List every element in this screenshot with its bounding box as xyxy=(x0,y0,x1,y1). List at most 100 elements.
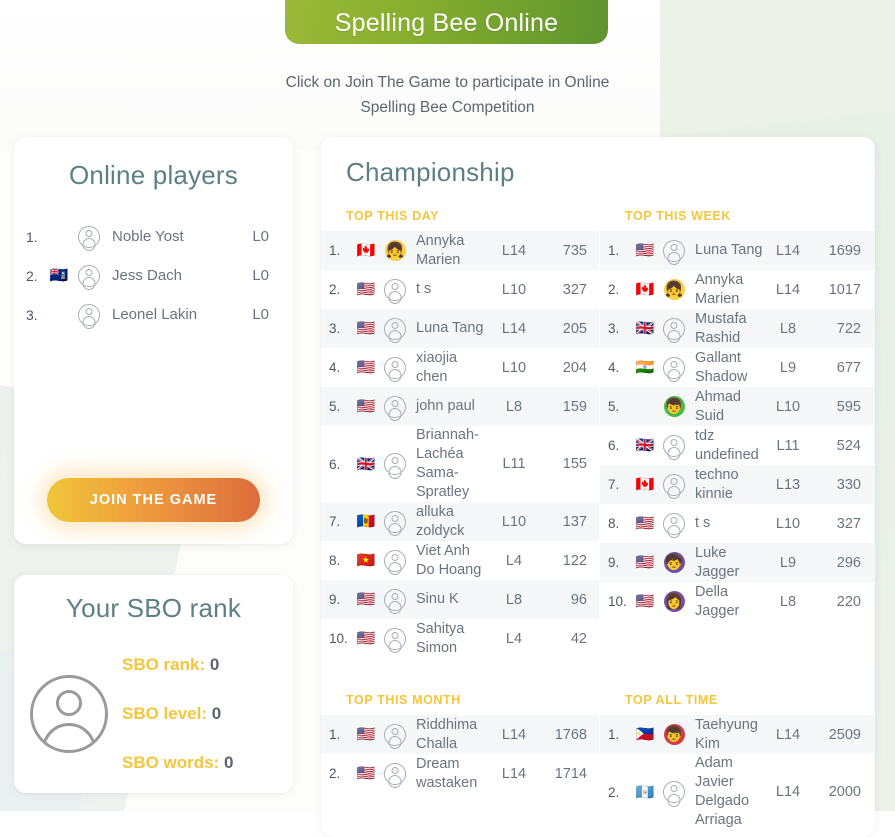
leaderboard-rank: 4. xyxy=(608,360,620,375)
leaderboard-row[interactable]: 1. 🇺🇸 Luna Tang L14 1699 xyxy=(599,231,875,270)
leaderboard-row[interactable]: 3. 🇺🇸 Luna Tang L14 205 xyxy=(321,309,599,348)
leaderboard-player-score: 595 xyxy=(836,398,861,415)
online-player-row[interactable]: 2. 🇫🇰 Jess Dach L0 xyxy=(26,256,271,295)
leaderboard-player-level: L14 xyxy=(775,726,801,743)
leaderboard-player-level: L8 xyxy=(779,593,797,610)
leaderboard-player-name: Adam Javier Delgado Arriaga xyxy=(695,755,750,828)
leaderboard-rank: 1. xyxy=(329,243,341,258)
leaderboard-player-score: 159 xyxy=(562,398,587,415)
leaderboard-rank: 2. xyxy=(608,784,620,800)
leaderboard-row[interactable]: 9. 🇺🇸 Sinu K L8 96 xyxy=(321,580,599,619)
user-avatar-icon xyxy=(384,762,406,785)
sbo-stat-row: SBO level: 0 xyxy=(122,689,275,738)
leaderboard-player-score: 1714 xyxy=(554,765,587,782)
avatar xyxy=(379,453,411,475)
user-avatar-icon xyxy=(30,674,108,753)
leaderboard-top-all-time: TOP ALL TIME 1. 🇵🇭 👦 Taehyung Kim L14 2509 2. 🇬🇹… xyxy=(599,684,875,830)
leaderboard-row[interactable]: 10. 🇺🇸 👩 Della Jagger L8 220 xyxy=(599,582,875,621)
user-avatar-icon xyxy=(384,317,406,340)
leaderboard-rank: 3. xyxy=(608,321,620,336)
leaderboard-player-score: 96 xyxy=(570,591,587,608)
leaderboard-player-score: 2509 xyxy=(828,726,861,743)
leaderboard-player-score: 330 xyxy=(836,476,861,493)
leaderboard-player-name: Luna Tang xyxy=(416,320,484,336)
leaderboard-row[interactable]: 2. 🇺🇸 t s L10 327 xyxy=(321,270,599,309)
leaderboard-heading: TOP ALL TIME xyxy=(625,693,718,707)
user-avatar-icon xyxy=(384,356,406,379)
leaderboard-rank: 2. xyxy=(329,282,341,297)
leaderboard-player-level: L10 xyxy=(501,359,527,376)
country-flag-icon: 🇺🇸 xyxy=(635,515,655,532)
leaderboard-row[interactable]: 6. 🇬🇧 tdz undefined L11 524 xyxy=(599,426,875,465)
country-flag-icon: 🇮🇳 xyxy=(635,359,655,376)
avatar: 👦 xyxy=(658,396,690,417)
sbo-stat-label: SBO rank: xyxy=(122,655,210,674)
leaderboard-row[interactable]: 1. 🇺🇸 Riddhima Challa L14 1768 xyxy=(321,715,599,754)
column-divider xyxy=(599,200,600,658)
leaderboard-rank: 10. xyxy=(608,594,627,609)
leaderboard-row[interactable]: 5. 👦 Ahmad Suid L10 595 xyxy=(599,387,875,426)
leaderboard-player-name: Briannah-Lachéa Sama-Spratley xyxy=(416,427,479,500)
country-flag-icon: 🇺🇸 xyxy=(356,398,376,415)
sbo-stat-label: SBO words: xyxy=(122,753,225,772)
leaderboard-player-name: Riddhima Challa xyxy=(416,716,478,752)
user-avatar-icon xyxy=(663,473,685,496)
user-avatar-icon: 👩 xyxy=(663,591,685,612)
leaderboard-row[interactable]: 4. 🇮🇳 Gallant Shadow L9 677 xyxy=(599,348,875,387)
leaderboard-player-name: Luna Tang xyxy=(695,242,763,258)
country-flag-icon: 🇺🇸 xyxy=(356,591,376,608)
online-player-row[interactable]: 3. Leonel Lakin L0 xyxy=(26,295,271,334)
leaderboard-player-score: 204 xyxy=(562,359,587,376)
sbo-rank-body: SBO rank: 0 SBO level: 0 SBO words: 0 xyxy=(14,640,293,787)
avatar xyxy=(379,627,411,650)
online-player-row[interactable]: 1. Noble Yost L0 xyxy=(26,217,271,256)
leaderboard-rank: 6. xyxy=(329,456,341,472)
leaderboard-row[interactable]: 2. 🇨🇦 👧 Annyka Marien L14 1017 xyxy=(599,270,875,309)
avatar xyxy=(379,278,411,301)
leaderboard-row[interactable]: 7. 🇨🇦 techno kinnie L13 330 xyxy=(599,465,875,504)
avatar: 👩 xyxy=(658,591,690,612)
leaderboard-row[interactable]: 3. 🇬🇧 Mustafa Rashid L8 722 xyxy=(599,309,875,348)
subtitle-line-2: Spelling Bee Competition xyxy=(360,99,535,116)
leaderboard-row[interactable]: 5. 🇺🇸 john paul L8 159 xyxy=(321,387,599,426)
leaderboard-row[interactable]: 9. 🇺🇸 🧒 Luke Jagger L9 296 xyxy=(599,543,875,582)
sbo-stat-value: 0 xyxy=(211,704,222,723)
leaderboard-row[interactable]: 6. 🇬🇧 Briannah-Lachéa Sama-Spratley L11 155 xyxy=(321,426,599,502)
country-flag-icon: 🇺🇸 xyxy=(635,593,655,610)
leaderboard-player-score: 327 xyxy=(562,281,587,298)
avatar: 👧 xyxy=(658,279,690,300)
leaderboard-row[interactable]: 4. 🇺🇸 xiaojia chen L10 204 xyxy=(321,348,599,387)
user-avatar-icon xyxy=(384,510,406,533)
leaderboard-rank: 7. xyxy=(608,477,620,492)
leaderboard-row[interactable]: 1. 🇵🇭 👦 Taehyung Kim L14 2509 xyxy=(599,715,875,754)
leaderboard-player-name: Annyka Marien xyxy=(695,271,744,307)
country-flag-icon: 🇨🇦 xyxy=(635,281,655,298)
leaderboard-player-level: L11 xyxy=(502,456,526,472)
leaderboard-player-name: Luke Jagger xyxy=(695,544,740,580)
user-avatar-icon xyxy=(384,627,406,650)
leaderboard-player-level: L14 xyxy=(775,281,801,298)
user-avatar-icon xyxy=(663,781,685,803)
leaderboard-row[interactable]: 1. 🇨🇦 👧 Annyka Marien L14 735 xyxy=(321,231,599,270)
leaderboard-top-this-month: TOP THIS MONTH 1. 🇺🇸 Riddhima Challa L14 1768… xyxy=(321,684,599,830)
country-flag-icon: 🇨🇦 xyxy=(635,476,655,493)
leaderboard-row[interactable]: 8. 🇺🇸 t s L10 327 xyxy=(599,504,875,543)
online-player-name: Jess Dach xyxy=(112,267,183,284)
online-player-name: Leonel Lakin xyxy=(112,306,198,323)
user-avatar-icon xyxy=(663,434,685,457)
leaderboard-row[interactable]: 2. 🇺🇸 Dream wastaken L14 1714 xyxy=(321,754,599,793)
leaderboard-player-name: Ahmad Suid xyxy=(695,388,741,424)
avatar: 🧒 xyxy=(658,552,690,573)
user-avatar-icon xyxy=(384,549,406,572)
leaderboard-row[interactable]: 2. 🇬🇹 Adam Javier Delgado Arriaga L14 2000 xyxy=(599,754,875,830)
leaderboard-row[interactable]: 7. 🇲🇩 alluka zoldyck L10 137 xyxy=(321,502,599,541)
subtitle-line-1: Click on Join The Game to participate in… xyxy=(285,74,610,91)
leaderboard-player-level: L4 xyxy=(505,630,523,647)
leaderboard-row[interactable]: 10. 🇺🇸 Sahitya Simon L4 42 xyxy=(321,619,599,658)
leaderboard-row[interactable]: 8. 🇻🇳 Viet Anh Do Hoang L4 122 xyxy=(321,541,599,580)
country-flag-icon: 🇨🇦 xyxy=(356,242,376,259)
championship-card: Championship TOP THIS DAY 1. 🇨🇦 👧 Annyka Mar… xyxy=(321,137,875,837)
leaderboard-player-name: Sinu K xyxy=(416,591,459,607)
country-flag-icon: 🇬🇧 xyxy=(356,455,376,473)
join-the-game-button[interactable]: JOIN THE GAME xyxy=(47,478,260,522)
